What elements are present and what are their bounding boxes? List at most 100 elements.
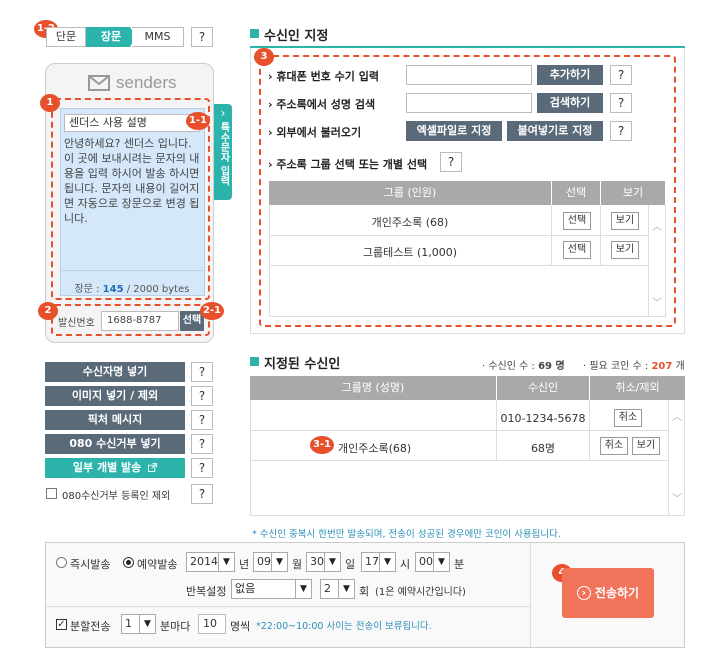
msg-type-tabs: 단문 장문 MMS bbox=[46, 27, 184, 47]
repeat-select[interactable]: 없음 ▼ bbox=[231, 579, 312, 599]
help-exclude-080[interactable]: ? bbox=[191, 484, 213, 504]
chevron-down-icon: ▼ bbox=[271, 553, 287, 571]
chevron-down-icon: ▼ bbox=[324, 553, 340, 571]
message-title: 센더스 사용 설명 bbox=[64, 114, 200, 132]
add-number-button[interactable]: 추가하기 bbox=[537, 65, 603, 85]
help-recipient-name[interactable]: ? bbox=[191, 362, 213, 382]
assigned-scroll-down-icon[interactable]: ﹀ bbox=[672, 490, 682, 505]
group-view-button-1[interactable]: 보기 bbox=[611, 212, 639, 230]
group-scroll-down-icon[interactable]: ﹀ bbox=[652, 294, 662, 309]
exclude-080-checkbox[interactable] bbox=[46, 488, 57, 499]
split-send-label: 분할전송 bbox=[70, 620, 111, 633]
help-group-select[interactable]: ? bbox=[440, 152, 462, 172]
schedule-divider bbox=[46, 606, 530, 607]
instant-send-label: 즉시발송 bbox=[70, 558, 111, 571]
search-button[interactable]: 검색하기 bbox=[537, 93, 603, 113]
picture-message-button[interactable]: 픽처 메시지 bbox=[45, 410, 185, 430]
byte-counter: 장문 : 145 / 2000 bytes bbox=[74, 284, 190, 295]
group-select-button-2[interactable]: 선택 bbox=[563, 241, 591, 259]
help-manual-input[interactable]: ? bbox=[610, 65, 632, 85]
external-import-label: › 외부에서 불러오기 bbox=[268, 126, 362, 139]
badge-3: 3 bbox=[254, 48, 274, 66]
partial-individual-send-button[interactable]: 일부 개별 발송 bbox=[45, 458, 185, 478]
assigned-scroll-up-icon[interactable]: ︿ bbox=[672, 408, 682, 423]
hour-unit: 시 bbox=[400, 558, 411, 571]
group-name-1: 개인주소록 (68) bbox=[371, 216, 449, 229]
excel-import-button[interactable]: 엑셀파일로 지정 bbox=[406, 121, 502, 141]
help-search[interactable]: ? bbox=[610, 93, 632, 113]
paste-import-button[interactable]: 붙여넣기로 지정 bbox=[507, 121, 603, 141]
group-header: 그룹 (인원) bbox=[269, 181, 551, 205]
chevron-down-icon: ▼ bbox=[379, 553, 395, 571]
minute-select[interactable]: 00 ▼ bbox=[415, 552, 450, 572]
repeat-label: 반복설정 bbox=[186, 585, 227, 598]
assigned-view-button-2[interactable]: 보기 bbox=[632, 437, 660, 455]
reserve-send-radio[interactable] bbox=[123, 557, 134, 568]
assigned-cancel-button-1[interactable]: 취소 bbox=[614, 409, 642, 427]
year-select[interactable]: 2014 ▼ bbox=[186, 552, 235, 572]
name-search-input[interactable] bbox=[406, 93, 532, 113]
assigned-cancel-button-2[interactable]: 취소 bbox=[600, 437, 628, 455]
senders-logo-text: senders bbox=[116, 73, 177, 92]
tab-short[interactable]: 단문 bbox=[46, 27, 86, 47]
assigned-recipient-header: 수신인 bbox=[497, 376, 589, 400]
exclude-080-label: 080수신거부 등록인 제외 bbox=[62, 491, 171, 502]
manual-input-label: › 휴대폰 번호 수기 입력 bbox=[268, 70, 379, 83]
tab-mms[interactable]: MMS bbox=[132, 27, 184, 47]
envelope-icon bbox=[88, 75, 110, 91]
badge-2: 2 bbox=[38, 302, 58, 320]
sender-label: 발신번호 bbox=[58, 318, 95, 329]
assigned-section-title: 지정된 수신인 bbox=[264, 357, 341, 372]
badge-3-1: 3-1 bbox=[310, 436, 334, 454]
split-count-input[interactable]: 10 bbox=[198, 614, 226, 634]
help-image[interactable]: ? bbox=[191, 386, 213, 406]
group-select-label: › 주소록 그룹 선택 또는 개별 선택 bbox=[268, 158, 428, 171]
help-partial-send[interactable]: ? bbox=[191, 458, 213, 478]
hour-select[interactable]: 17 ▼ bbox=[361, 552, 396, 572]
month-select[interactable]: 09 ▼ bbox=[253, 552, 288, 572]
chevron-down-icon: ▼ bbox=[139, 615, 155, 633]
assigned-row-divider bbox=[251, 430, 668, 431]
assigned-recipient-1: 010-1234-5678 bbox=[500, 412, 586, 425]
addressbook-search-label: › 주소록에서 성명 검색 bbox=[268, 98, 376, 111]
sender-number-field[interactable]: 1688-8787 bbox=[101, 311, 179, 331]
msg-type-help-button[interactable]: ? bbox=[191, 27, 213, 47]
insert-image-button[interactable]: 이미지 넣기 / 제외 bbox=[45, 386, 185, 406]
assigned-cancel-header: 취소/제외 bbox=[590, 376, 685, 400]
chevron-down-icon: ▼ bbox=[433, 553, 449, 571]
special-chars-tab[interactable]: › 특수문자 입력 bbox=[214, 104, 232, 200]
assigned-name-header: 그룹명 (성명) bbox=[250, 376, 496, 400]
group-select-button-1[interactable]: 선택 bbox=[563, 212, 591, 230]
year-unit: 년 bbox=[239, 558, 250, 571]
insert-080-reject-button[interactable]: 080 수신거부 넣기 bbox=[45, 434, 185, 454]
group-view-header: 보기 bbox=[601, 181, 665, 205]
send-button[interactable]: › 전송하기 bbox=[562, 568, 654, 618]
assigned-recipient-2: 68명 bbox=[530, 442, 556, 455]
assigned-row-divider-2 bbox=[251, 460, 668, 461]
badge-1-1: 1-1 bbox=[186, 112, 210, 130]
assigned-col-divider-3 bbox=[668, 400, 669, 516]
instant-send-radio[interactable] bbox=[56, 557, 67, 568]
assigned-marker-icon bbox=[250, 357, 259, 366]
insert-recipient-name-button[interactable]: 수신자명 넣기 bbox=[45, 362, 185, 382]
phone-number-input[interactable] bbox=[406, 65, 532, 85]
badge-1: 1 bbox=[40, 94, 60, 112]
day-unit: 일 bbox=[345, 558, 356, 571]
chevron-down-icon: ▼ bbox=[338, 580, 354, 598]
day-select[interactable]: 30 ▼ bbox=[306, 552, 341, 572]
group-view-button-2[interactable]: 보기 bbox=[611, 241, 639, 259]
split-minutes-select[interactable]: 1 ▼ bbox=[121, 614, 156, 634]
help-picture[interactable]: ? bbox=[191, 410, 213, 430]
help-import[interactable]: ? bbox=[610, 121, 632, 141]
group-name-2: 그룹테스트 (1,000) bbox=[362, 246, 458, 259]
group-row-divider-2 bbox=[270, 265, 648, 266]
repeat-count-select[interactable]: 2 ▼ bbox=[320, 579, 355, 599]
help-080[interactable]: ? bbox=[191, 434, 213, 454]
split-send-checkbox[interactable]: ✓ bbox=[56, 619, 67, 630]
message-textarea[interactable]: 안녕하세요? 센더스 입니다. 이 곳에 보내시려는 문자의 내용을 입력 하시… bbox=[64, 136, 200, 256]
group-col-divider-3 bbox=[648, 205, 649, 317]
group-scroll-up-icon[interactable]: ︿ bbox=[652, 218, 662, 233]
repeat-note: (1은 예약시간입니다) bbox=[375, 587, 466, 598]
send-arrow-icon: › bbox=[576, 586, 591, 600]
tab-long[interactable]: 장문 bbox=[86, 27, 136, 47]
